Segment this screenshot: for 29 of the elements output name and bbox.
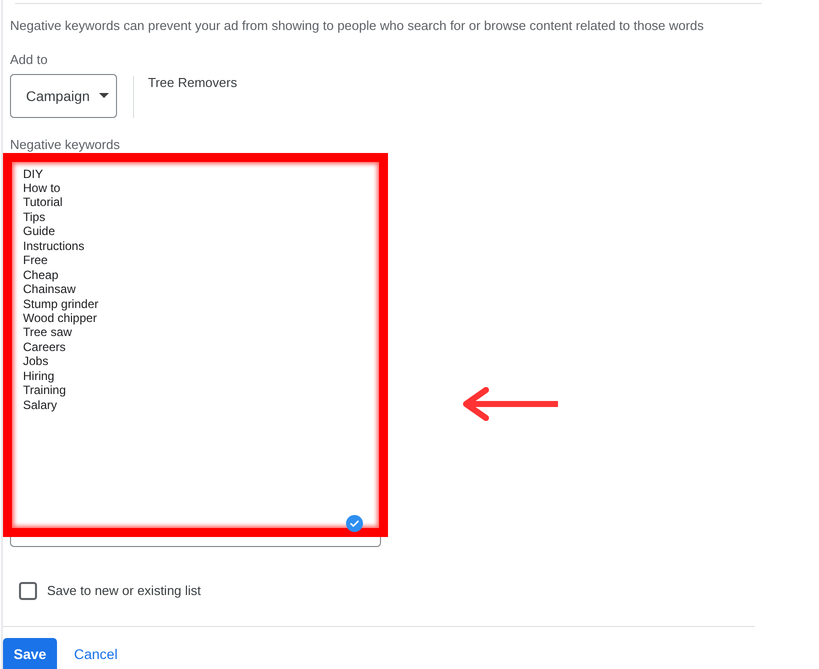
keyword-text: DIY <box>23 166 44 181</box>
keyword-text: Cheap <box>23 268 58 282</box>
keyword-text: Salary <box>23 398 58 412</box>
keyword-text: Chainsaw <box>23 282 76 297</box>
add-to-label: Add to <box>10 52 48 68</box>
keyword-text: Instructions <box>23 238 84 254</box>
keyword-text: Tree saw <box>23 325 72 340</box>
checkbox[interactable] <box>19 582 37 600</box>
keyword-text: Guide <box>23 224 56 239</box>
keyword-text: Tutorial <box>23 195 63 210</box>
keyword-text: Hiring <box>23 368 54 384</box>
cancel-button[interactable]: Cancel <box>66 638 126 669</box>
caret-icon <box>98 93 109 98</box>
keyword-text: Free <box>23 253 48 268</box>
keyword-text: Tips <box>23 210 46 224</box>
keyword-text: Jobs <box>23 354 48 369</box>
level-dropdown[interactable]: Campaign <box>10 74 117 118</box>
left-arrow-icon <box>462 386 558 420</box>
keyword-text: Stump grinder <box>23 296 98 312</box>
keyword-text: Wood chipper <box>23 311 97 326</box>
keyword-text: How to <box>23 180 60 196</box>
keyword-text: Training <box>23 383 66 398</box>
negative-keywords-label: Negative keywords <box>10 136 120 152</box>
keyword-text: Careers <box>23 340 66 354</box>
check-circle-icon <box>346 514 363 532</box>
description-text: Negative keywords can prevent your ad from showing to people who search for or browse content related to those words <box>10 18 704 34</box>
save-button[interactable]: Save <box>3 638 57 669</box>
campaign-name: Tree Removers <box>148 74 238 90</box>
checkbox-label: Save to new or existing list <box>47 582 201 598</box>
